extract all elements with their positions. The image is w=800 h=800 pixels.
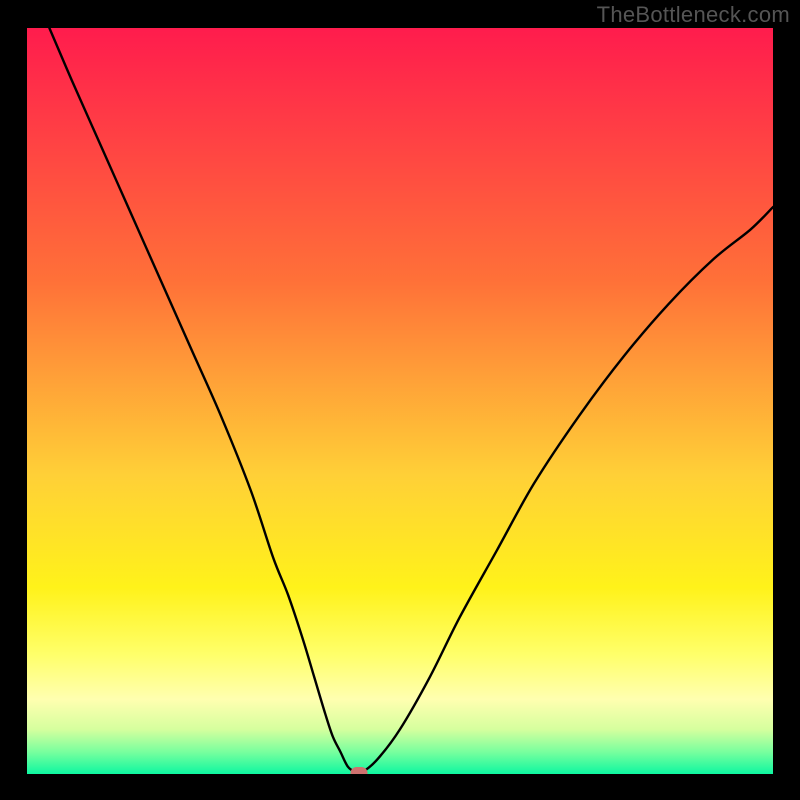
plot-area	[27, 28, 773, 774]
chart-svg	[27, 28, 773, 774]
optimal-point-marker	[350, 767, 367, 775]
watermark-text: TheBottleneck.com	[597, 2, 790, 28]
chart-background	[27, 28, 773, 774]
chart-container: TheBottleneck.com	[0, 0, 800, 800]
